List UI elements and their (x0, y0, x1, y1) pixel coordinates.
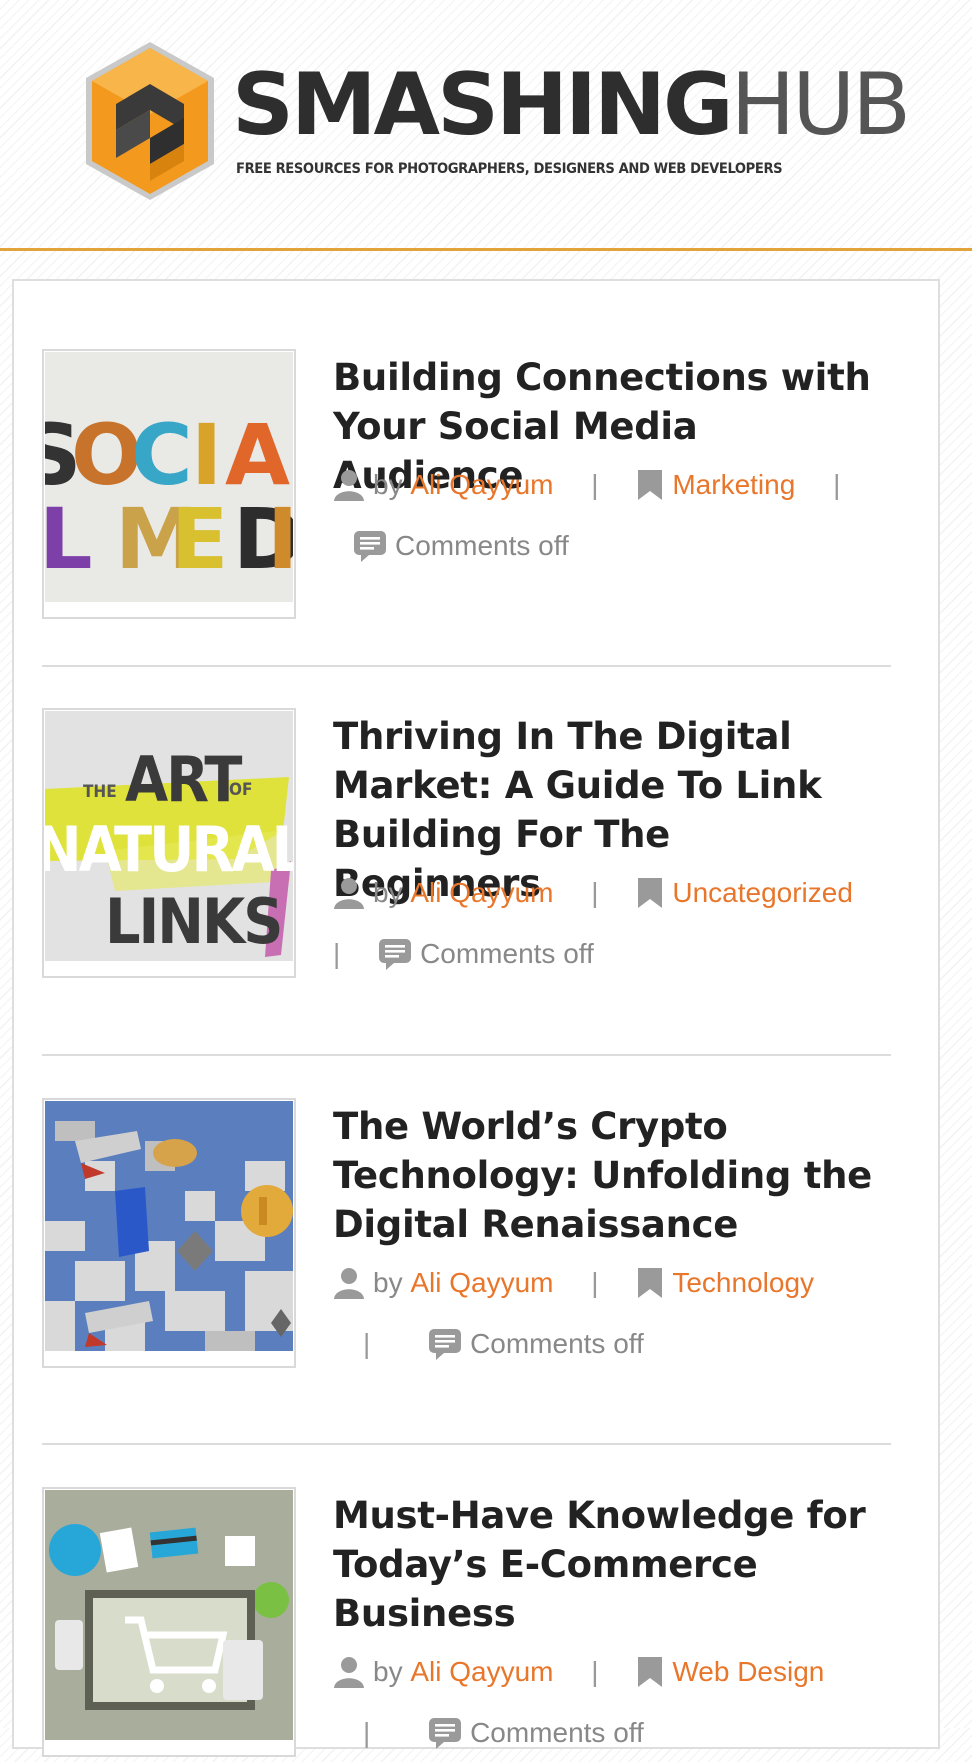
post-thumbnail[interactable]: S O C I A L M E D I (42, 349, 296, 619)
site-title[interactable]: SMASHINGHUB (232, 62, 911, 148)
author-link[interactable]: Ali Qayyum (410, 1656, 553, 1687)
site-header: SMASHINGHUB FREE RESOURCES FOR PHOTOGRAP… (0, 0, 972, 251)
post-thumbnail[interactable] (42, 1098, 296, 1368)
meta-separator: | (363, 1328, 371, 1360)
comments-status: Comments off (420, 938, 594, 970)
post-author: by Ali Qayyum (333, 455, 554, 514)
thumb-word: THE (83, 782, 117, 802)
crypto-thumbnail (45, 1101, 293, 1351)
author-link[interactable]: Ali Qayyum (410, 1267, 553, 1298)
post-divider (42, 1443, 891, 1445)
bookmark-icon (638, 1267, 663, 1298)
thumb-word: LINKS (105, 885, 281, 958)
comment-icon (429, 1717, 462, 1749)
comments-status: Comments off (470, 1717, 644, 1749)
post-author: by Ali Qayyum (333, 1642, 554, 1701)
post-category: Web Design (636, 1642, 824, 1701)
post-thumbnail[interactable]: THE ART OF NATURAL LINKS (42, 708, 296, 978)
thumb-word: NATURAL (45, 813, 293, 886)
post-meta: by Ali Qayyum | Marketing | Comments off (333, 453, 873, 575)
byline-label: by (373, 877, 403, 909)
smashing-hub-logo-icon[interactable] (80, 38, 220, 208)
thumb-letter: I (267, 490, 293, 588)
author-link[interactable]: Ali Qayyum (410, 469, 553, 500)
post-title[interactable]: Must-Have Knowledge for Today’s E-Commer… (333, 1491, 873, 1638)
social-media-thumbnail: S O C I A L M E D I (45, 352, 293, 602)
user-icon (334, 469, 364, 501)
author-link[interactable]: Ali Qayyum (410, 877, 553, 908)
post-divider (42, 1054, 891, 1056)
post-meta: by Ali Qayyum | Uncategorized | Comments… (333, 861, 873, 983)
comments-status: Comments off (395, 530, 569, 562)
meta-separator: | (591, 1656, 599, 1688)
category-link[interactable]: Uncategorized (672, 877, 853, 908)
post-title[interactable]: The World’s Crypto Technology: Unfolding… (333, 1102, 873, 1249)
site-title-strong: SMASHING (232, 55, 734, 155)
post-divider (42, 665, 891, 667)
bookmark-icon (638, 1656, 663, 1687)
meta-separator: | (833, 469, 841, 501)
meta-separator: | (591, 469, 599, 501)
post-author: by Ali Qayyum (333, 863, 554, 922)
category-link[interactable]: Technology (672, 1267, 814, 1298)
post-comments: Comments off (428, 1703, 644, 1762)
comment-icon (429, 1328, 462, 1360)
meta-separator: | (591, 1267, 599, 1299)
byline-label: by (373, 1656, 403, 1688)
user-icon (334, 1656, 364, 1688)
post-thumbnail[interactable] (42, 1487, 296, 1757)
bookmark-icon (638, 877, 663, 908)
thumb-word: ART (125, 743, 242, 816)
comment-icon (354, 530, 386, 562)
post-comments: Comments off (378, 924, 594, 983)
post-meta: by Ali Qayyum | Technology | Comments of… (333, 1251, 873, 1373)
thumb-letter: L (45, 490, 93, 588)
post-list: S O C I A L M E D I Building Connections… (12, 279, 940, 1757)
meta-separator: | (363, 1717, 371, 1749)
comment-icon (379, 938, 412, 970)
byline-label: by (373, 469, 403, 501)
post-comments: Comments off (428, 1314, 644, 1373)
category-link[interactable]: Marketing (672, 469, 795, 500)
post-comments: Comments off (353, 516, 569, 575)
thumb-word: OF (229, 780, 252, 800)
post-author: by Ali Qayyum (333, 1253, 554, 1312)
post-meta: by Ali Qayyum | Web Design | Comments of… (333, 1640, 873, 1762)
ecommerce-thumbnail (45, 1490, 293, 1740)
post-category: Uncategorized (636, 863, 853, 922)
meta-separator: | (591, 877, 599, 909)
user-icon (334, 877, 364, 909)
bookmark-icon (638, 469, 663, 500)
site-tagline: FREE RESOURCES FOR PHOTOGRAPHERS, DESIGN… (236, 160, 783, 177)
post-category: Marketing (636, 455, 795, 514)
post-category: Technology (636, 1253, 814, 1312)
meta-separator: | (333, 938, 341, 970)
comments-status: Comments off (470, 1328, 644, 1360)
user-icon (334, 1267, 364, 1299)
natural-links-thumbnail: THE ART OF NATURAL LINKS (45, 711, 293, 961)
byline-label: by (373, 1267, 403, 1299)
thumb-letter: E (171, 490, 228, 588)
category-link[interactable]: Web Design (672, 1656, 824, 1687)
site-title-light: HUB (730, 55, 912, 155)
